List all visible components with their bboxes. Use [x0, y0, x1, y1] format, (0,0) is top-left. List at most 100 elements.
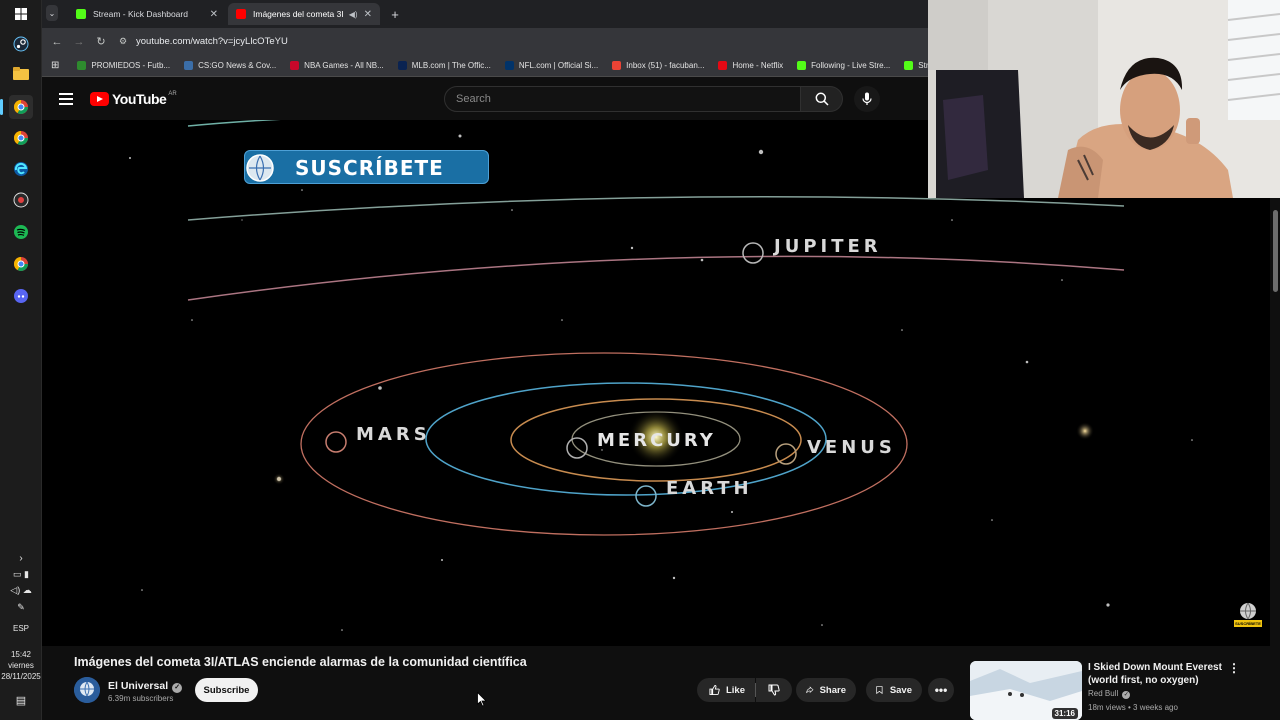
youtube-favicon-icon [236, 9, 246, 19]
bookmark-favicon-icon [504, 61, 514, 70]
browser-tab-bar: ⌄ Stream - Kick Dashboard ✕ Imágenes del… [42, 0, 928, 28]
tab-youtube-video[interactable]: Imágenes del cometa 3I/AT ◀) ✕ [228, 3, 380, 25]
tab-search-button[interactable]: ⌄ [46, 5, 58, 21]
volume-cloud-icon[interactable]: ◁) ☁ [0, 585, 42, 596]
save-label: Save [889, 684, 912, 696]
like-button[interactable]: Like [697, 678, 755, 702]
chevron-down-icon: ⌄ [48, 8, 56, 18]
more-horizontal-icon: ••• [934, 683, 948, 697]
solar-system-frame [129, 120, 1213, 631]
bookmark-mlb[interactable]: MLB.com | The Offic... [397, 61, 491, 70]
tray-icons[interactable]: ▭ ▮ [0, 569, 42, 580]
bookmark-label: Stream - K [918, 61, 928, 70]
bookmark-icon [876, 686, 883, 695]
chrome-icon[interactable] [9, 126, 33, 150]
bookmark-csgo[interactable]: CS:GO News & Cov... [184, 61, 276, 70]
bookmark-netflix[interactable]: Home - Netflix [718, 61, 783, 70]
bookmark-favicon-icon [797, 61, 807, 70]
recommendation-channel[interactable]: Red Bull ✓ [1088, 689, 1131, 699]
channel-avatar[interactable] [74, 677, 100, 703]
verified-icon: ✓ [172, 683, 183, 693]
spotify-icon[interactable] [9, 220, 33, 244]
bookmark-following[interactable]: Following - Live Stre... [797, 61, 890, 70]
youtube-play-icon [90, 92, 109, 106]
bookmark-favicon-icon [612, 61, 622, 70]
more-vertical-icon[interactable]: ⋮ [1228, 661, 1240, 675]
close-tab-icon[interactable]: ✕ [364, 9, 372, 20]
search-icon [815, 92, 829, 106]
bookmark-label: Inbox (51) - facuban... [626, 61, 705, 70]
dislike-button[interactable] [756, 678, 792, 702]
save-button[interactable]: Save [866, 678, 922, 702]
channel-name-text: El Universal [108, 680, 169, 692]
clock-day: viernes [8, 661, 34, 670]
kick-favicon-icon [76, 9, 86, 19]
clock-time[interactable]: 15:42 [0, 650, 42, 659]
bookmark-promiedos[interactable]: PROMIEDOS - Futb... [77, 61, 170, 70]
notification-icon[interactable]: ▤ [0, 694, 42, 707]
chrome-profile-icon[interactable] [9, 252, 33, 276]
share-label: Share [819, 684, 846, 696]
video-duration: 31:16 [1051, 708, 1078, 719]
chevron-right-icon[interactable]: › [0, 553, 42, 564]
planet-label-mars: MARS [356, 424, 431, 445]
search-input[interactable]: Search [444, 86, 801, 112]
bookmarks-bar: ⊞ PROMIEDOS - Futb... CS:GO News & Cov..… [42, 55, 928, 77]
channel-name[interactable]: El Universal ✓ [108, 680, 183, 693]
subscribe-button[interactable]: Subscribe [195, 678, 258, 702]
recommendation-channel-name: Red Bull [1088, 689, 1119, 698]
tab-kick-dashboard[interactable]: Stream - Kick Dashboard ✕ [68, 3, 226, 25]
pen-icon[interactable]: ✎ [0, 602, 42, 613]
tab-title: Stream - Kick Dashboard [93, 9, 188, 19]
steam-icon[interactable] [9, 32, 33, 56]
chrome-streaming-icon[interactable] [9, 95, 33, 119]
recommendation-title[interactable]: I Skied Down Mount Everest (world first,… [1088, 661, 1238, 687]
search-button[interactable] [801, 86, 843, 112]
file-explorer-icon[interactable] [9, 62, 33, 86]
game-launcher-icon[interactable] [9, 188, 33, 212]
webcam-feed [928, 0, 1280, 198]
video-player[interactable]: JUPITER MARS MERCURY VENUS EARTH SUSCRÍB… [42, 120, 1270, 646]
recommendation-meta: 18m views • 3 weeks ago [1088, 703, 1178, 712]
active-app-indicator [0, 99, 3, 115]
bookmark-label: CS:GO News & Cov... [198, 61, 277, 70]
planet-label-mercury: MERCURY [597, 430, 716, 451]
language-indicator[interactable]: ESP [0, 624, 42, 633]
edge-icon[interactable] [9, 157, 33, 181]
back-icon[interactable]: ← [46, 36, 68, 48]
speaker-icon[interactable]: ◀) [349, 10, 358, 19]
channel-watermark[interactable]: SUSCRÍBETE [1234, 600, 1262, 628]
close-tab-icon[interactable]: ✕ [210, 9, 218, 20]
new-tab-button[interactable]: + [386, 3, 404, 25]
globe-logo-icon [74, 677, 100, 703]
video-title: Imágenes del cometa 3I/ATLAS enciende al… [74, 655, 527, 669]
like-label: Like [725, 684, 745, 696]
bookmark-nba[interactable]: NBA Games - All NB... [290, 61, 384, 70]
bookmark-label: NBA Games - All NB... [304, 61, 384, 70]
reload-icon[interactable]: ↻ [90, 35, 112, 48]
bookmark-label: NFL.com | Official Si... [518, 61, 599, 70]
bookmark-favicon-icon [904, 61, 914, 70]
scrollbar-thumb[interactable] [1273, 210, 1278, 292]
bookmark-inbox[interactable]: Inbox (51) - facuban... [612, 61, 704, 70]
bookmark-nfl[interactable]: NFL.com | Official Si... [504, 61, 599, 70]
apps-grid-icon[interactable]: ⊞ [51, 60, 59, 71]
webcam-overlay [928, 0, 1280, 198]
share-button[interactable]: Share [796, 678, 856, 702]
youtube-logo[interactable]: YouTube AR [90, 91, 177, 107]
recommendation-thumbnail[interactable]: 31:16 [970, 661, 1082, 720]
site-info-icon[interactable]: ⚙ [112, 36, 134, 47]
clock-date: 28/11/2025 [1, 672, 41, 681]
url-field[interactable]: youtube.com/watch?v=jcyLlcOTeYU [136, 36, 288, 47]
voice-search-button[interactable] [854, 86, 880, 112]
bookmark-label: Home - Netflix [732, 61, 784, 70]
globe-emblem-icon [246, 154, 274, 182]
windows-start-icon[interactable] [9, 2, 33, 26]
forward-icon[interactable]: → [68, 36, 90, 48]
bookmark-label: Following - Live Stre... [811, 61, 891, 70]
discord-icon[interactable] [9, 284, 33, 308]
bookmark-stream[interactable]: Stream - K [904, 61, 928, 70]
share-icon [806, 686, 814, 694]
menu-icon[interactable] [59, 93, 73, 105]
more-actions-button[interactable]: ••• [928, 678, 954, 702]
